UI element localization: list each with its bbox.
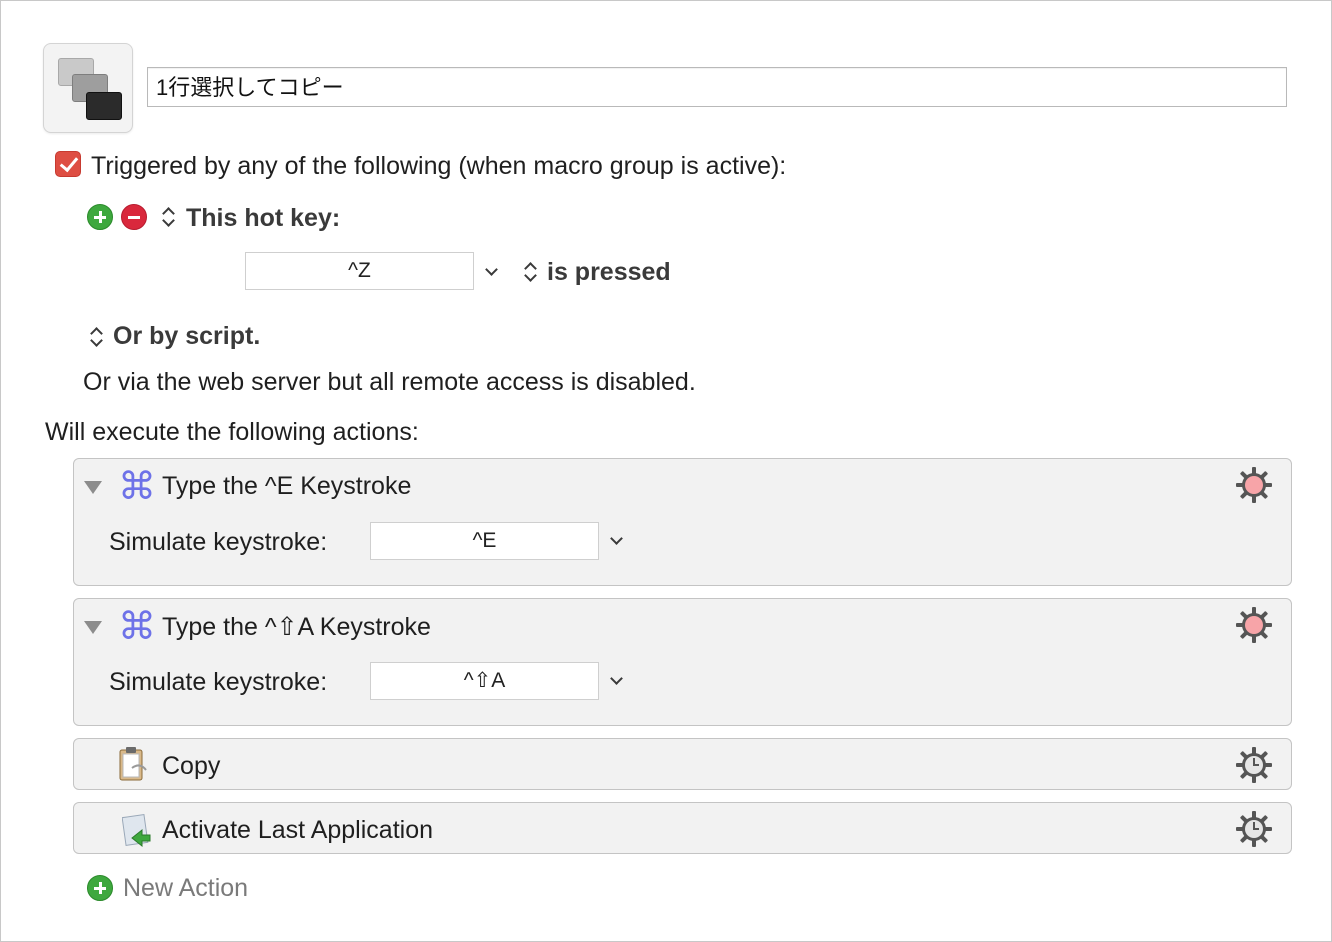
clipboard-icon (118, 746, 150, 782)
keystroke-menu-chevron-icon[interactable] (610, 674, 624, 688)
hotkey-condition-stepper-icon[interactable] (523, 261, 537, 283)
keystroke-field[interactable]: ^⇧A (370, 662, 599, 700)
action-gear-icon[interactable] (1234, 605, 1274, 645)
macro-name-field[interactable]: 1行選択してコピー (147, 67, 1287, 107)
hotkey-field[interactable]: ^Z (245, 252, 474, 290)
action-activate-last-application[interactable]: Activate Last Application (73, 802, 1292, 854)
command-icon: ⌘ (118, 464, 156, 508)
keystroke-field[interactable]: ^E (370, 522, 599, 560)
action-gear-icon[interactable] (1234, 809, 1274, 849)
hotkey-trigger-label: This hot key: (186, 204, 341, 232)
simulate-keystroke-label: Simulate keystroke: (109, 668, 328, 696)
action-gear-icon[interactable] (1234, 465, 1274, 505)
disclosure-triangle-icon[interactable] (84, 481, 102, 494)
action-title: Copy (162, 752, 221, 780)
action-title: Activate Last Application (162, 816, 433, 844)
action-title: Type the ^⇧A Keystroke (162, 613, 431, 641)
action-type-keystroke[interactable]: ⌘ Type the ^⇧A Keystroke Simulate keystr… (73, 598, 1292, 726)
script-trigger-stepper-icon[interactable] (89, 326, 103, 348)
keystroke-menu-chevron-icon[interactable] (610, 534, 624, 548)
triggers-label: Triggered by any of the following (when … (91, 152, 787, 180)
command-icon: ⌘ (118, 604, 156, 648)
trigger-type-stepper-icon[interactable] (161, 206, 175, 228)
triggers-enabled-checkbox[interactable] (55, 151, 81, 177)
simulate-keystroke-label: Simulate keystroke: (109, 528, 328, 556)
new-action-plus-icon[interactable] (87, 875, 113, 901)
window-front-icon (86, 92, 122, 120)
add-trigger-button[interactable] (87, 204, 113, 230)
action-gear-icon[interactable] (1234, 745, 1274, 785)
macro-icon[interactable] (43, 43, 133, 133)
actions-header: Will execute the following actions: (45, 418, 419, 446)
disclosure-triangle-icon[interactable] (84, 621, 102, 634)
hotkey-condition-label[interactable]: is pressed (547, 258, 671, 287)
activate-app-icon (121, 812, 154, 848)
script-trigger-label: Or by script. (113, 322, 261, 350)
web-server-note: Or via the web server but all remote acc… (83, 368, 696, 396)
remove-trigger-button[interactable] (121, 204, 147, 230)
action-copy[interactable]: Copy (73, 738, 1292, 790)
hotkey-menu-chevron-icon[interactable] (485, 265, 499, 279)
macro-editor: 1行選択してコピー Triggered by any of the follow… (0, 0, 1332, 942)
action-type-keystroke[interactable]: ⌘ Type the ^E Keystroke Simulate keystro… (73, 458, 1292, 586)
new-action-button[interactable]: New Action (123, 874, 248, 903)
action-title: Type the ^E Keystroke (162, 472, 412, 500)
